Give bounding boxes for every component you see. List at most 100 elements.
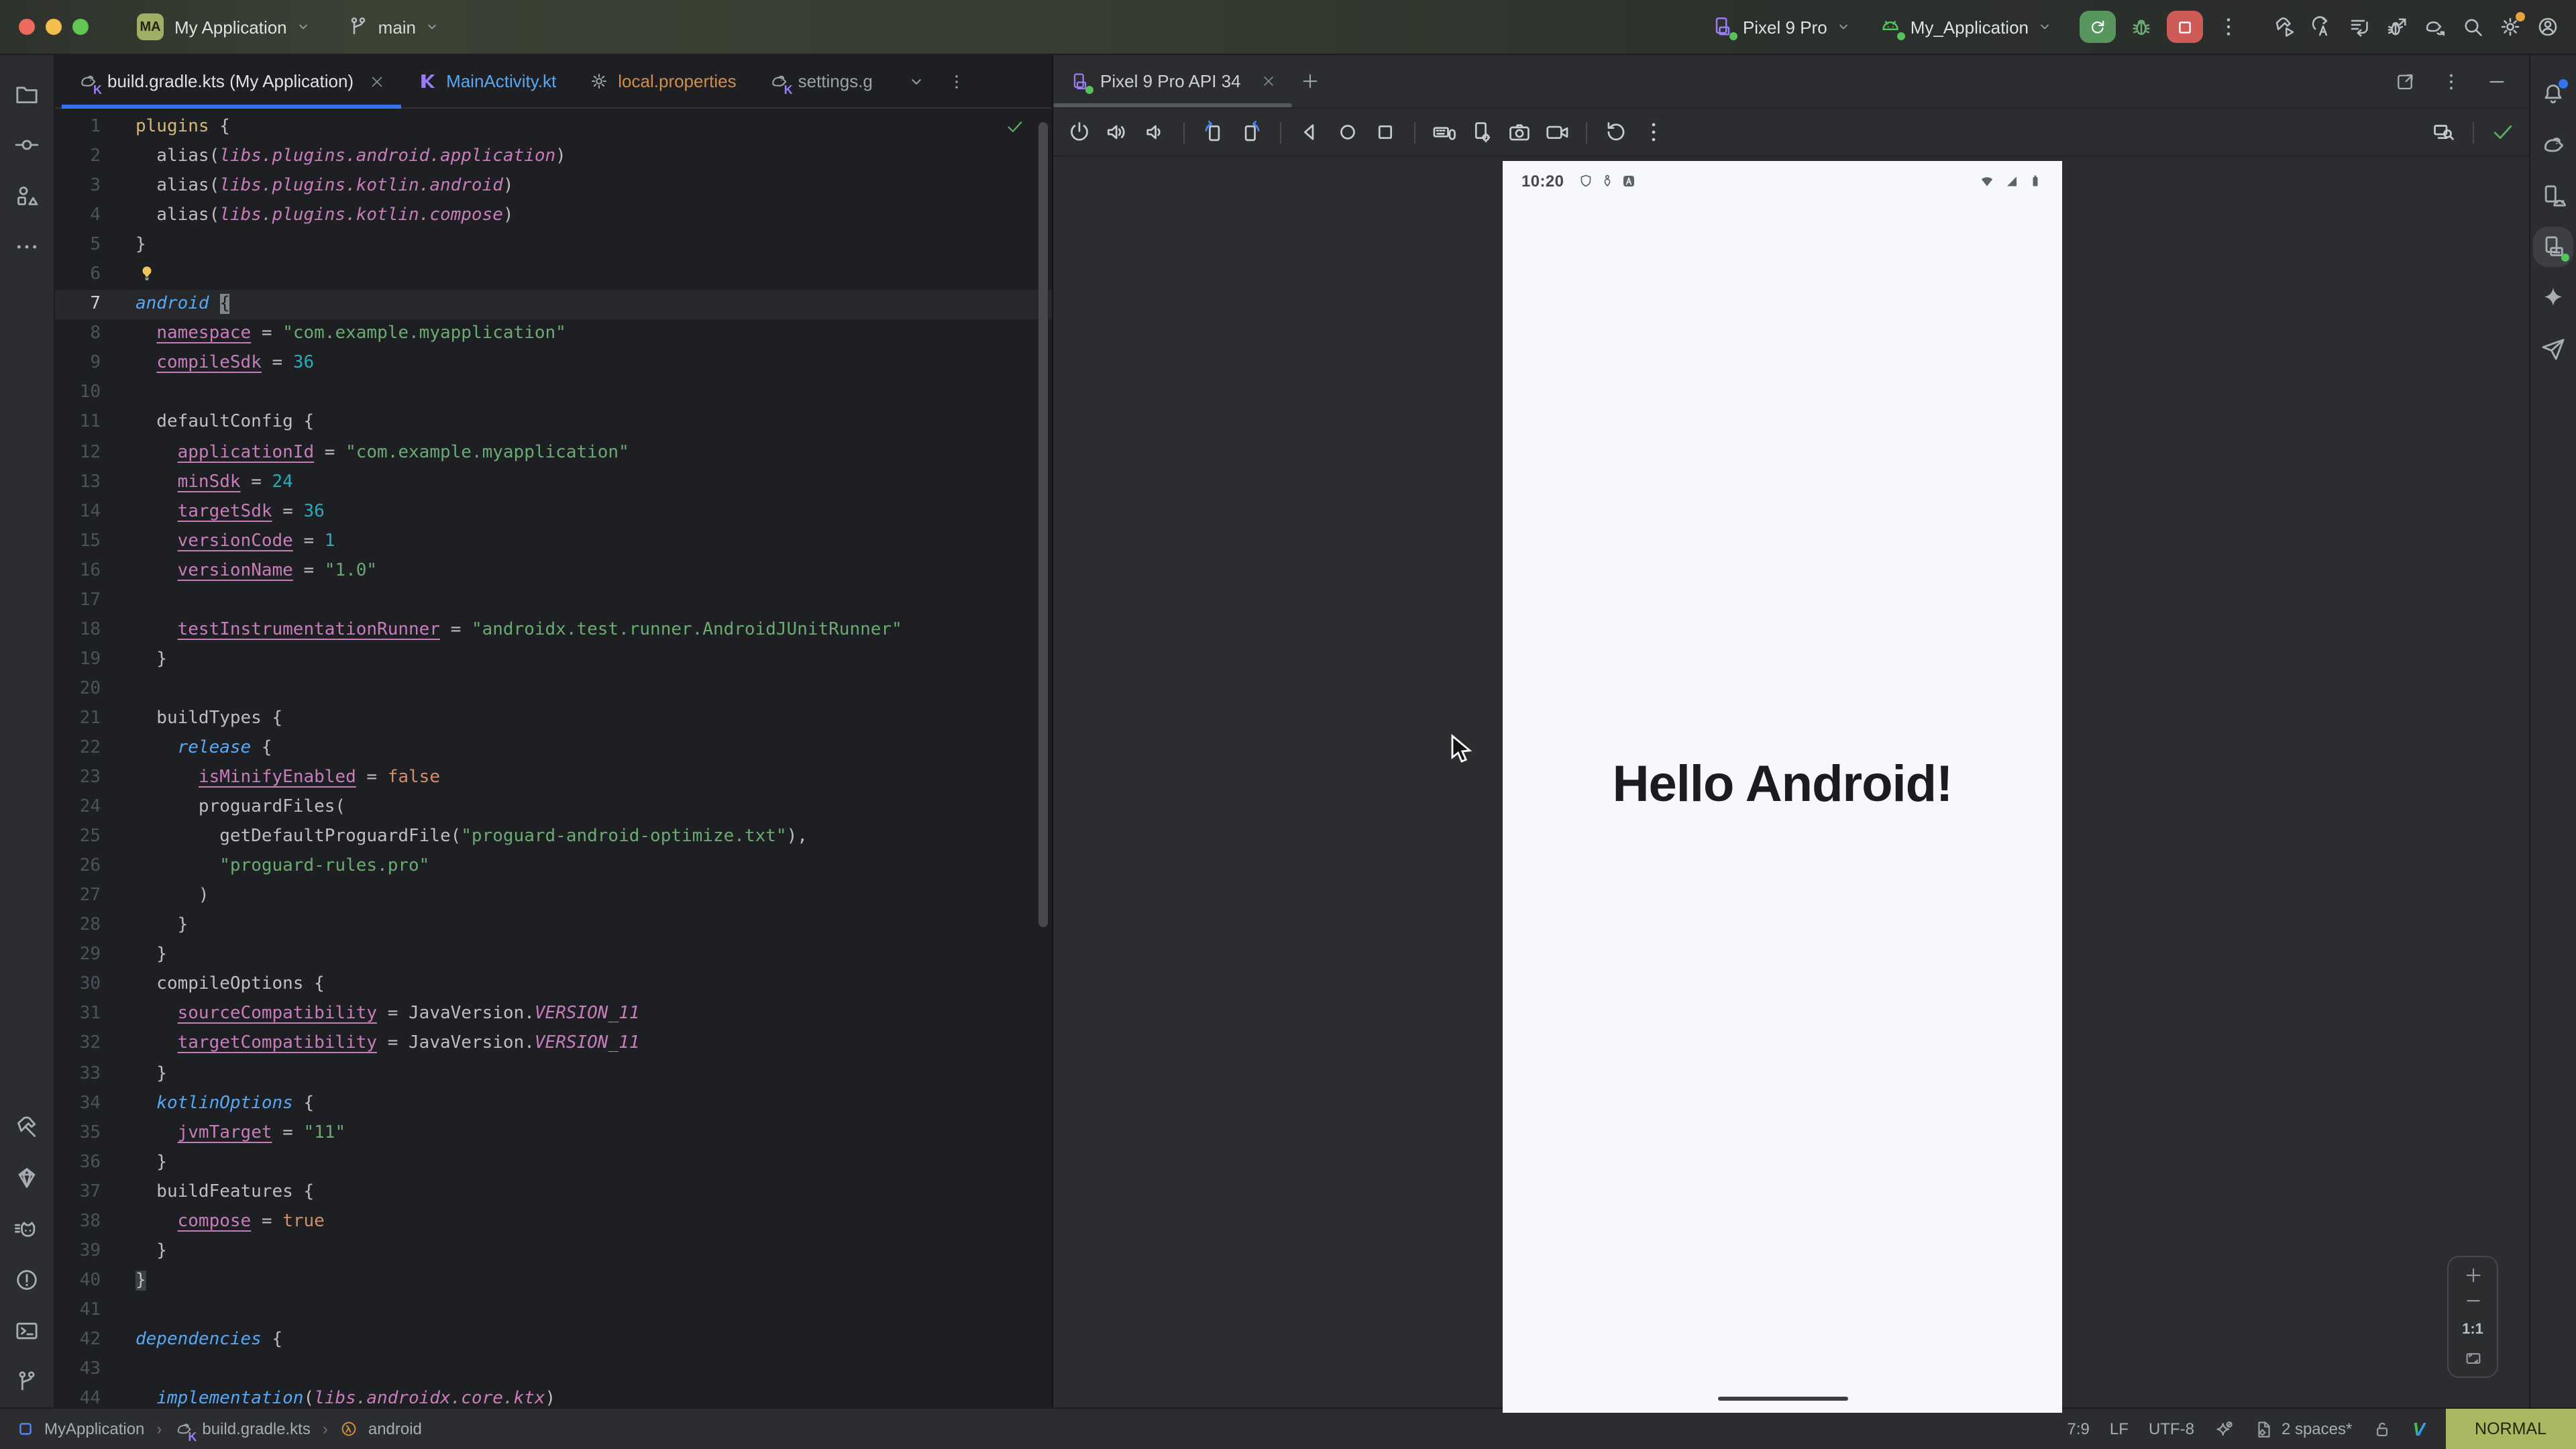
code-line-13[interactable]: 13 minSdk = 24 xyxy=(55,468,1052,497)
code-line-3[interactable]: 3 alias(libs.plugins.kotlin.android) xyxy=(55,172,1052,201)
close-tab-icon[interactable] xyxy=(368,73,384,89)
commit-icon[interactable] xyxy=(13,131,40,158)
editor-scrollbar[interactable] xyxy=(1038,122,1048,927)
unlocked-icon[interactable] xyxy=(2372,1419,2392,1439)
device-selector[interactable]: Pixel 9 Pro xyxy=(1711,15,1851,39)
open-in-new-window-icon[interactable] xyxy=(2395,70,2416,92)
code-line-33[interactable]: 33 } xyxy=(55,1059,1052,1089)
reset-icon[interactable] xyxy=(1603,119,1629,145)
apply-code-changes-icon[interactable] xyxy=(2348,15,2372,39)
code-line-8[interactable]: 8 namespace = "com.example.myapplication… xyxy=(55,320,1052,350)
close-device-tab-icon[interactable] xyxy=(1261,74,1276,89)
code-line-6[interactable]: 6 xyxy=(55,260,1052,290)
breadcrumb-module[interactable]: MyApplication xyxy=(44,1419,144,1438)
debug-button[interactable] xyxy=(2129,15,2153,39)
code-line-29[interactable]: 29 } xyxy=(55,941,1052,971)
volume-down-icon[interactable] xyxy=(1142,119,1167,145)
add-device-tab-icon[interactable] xyxy=(1300,71,1320,91)
code-line-42[interactable]: 42dependencies { xyxy=(55,1326,1052,1355)
more-horizontal-icon[interactable] xyxy=(13,233,40,260)
code-line-4[interactable]: 4 alias(libs.plugins.kotlin.compose) xyxy=(55,201,1052,231)
running-devices-icon[interactable] xyxy=(2540,233,2567,260)
code-line-17[interactable]: 17 xyxy=(55,586,1052,616)
attach-debugger-icon[interactable] xyxy=(2385,15,2410,39)
problems-icon[interactable] xyxy=(13,1267,40,1293)
code-line-2[interactable]: 2 alias(libs.plugins.android.application… xyxy=(55,142,1052,172)
tabs-options-kebab[interactable] xyxy=(948,72,967,91)
gradle-sync-icon[interactable] xyxy=(2423,15,2447,39)
code-line-20[interactable]: 20 xyxy=(55,675,1052,704)
tab-build-gradle-kts[interactable]: K build.gradle.kts (My Application) xyxy=(62,55,400,107)
settings-gear-icon[interactable] xyxy=(2498,15,2522,39)
line-ending[interactable]: LF xyxy=(2110,1419,2129,1438)
code-line-40[interactable]: 40} xyxy=(55,1267,1052,1296)
volume-up-icon[interactable] xyxy=(1104,119,1130,145)
code-line-35[interactable]: 35 jvmTarget = "11" xyxy=(55,1118,1052,1148)
gem-icon[interactable] xyxy=(13,1165,40,1191)
tab-settings-gradle[interactable]: K settings.g xyxy=(753,55,889,107)
resources-icon[interactable] xyxy=(13,182,40,209)
screen-record-icon[interactable] xyxy=(1544,119,1570,145)
device-manager-icon[interactable] xyxy=(2540,182,2567,209)
tabstrip-scrollbar[interactable] xyxy=(1053,103,1292,107)
tab-local-properties[interactable]: local.properties xyxy=(572,55,752,107)
gemini-star-icon[interactable] xyxy=(2540,284,2567,311)
vim-mode-badge[interactable]: NORMAL xyxy=(2445,1409,2576,1449)
code-line-44[interactable]: 44 implementation(libs.androidx.core.ktx… xyxy=(55,1385,1052,1407)
logcat-icon[interactable] xyxy=(13,1216,40,1242)
breadcrumb-element[interactable]: android xyxy=(368,1419,422,1438)
search-icon[interactable] xyxy=(2461,15,2485,39)
gradle-elephant-icon[interactable] xyxy=(2540,131,2567,158)
code-line-34[interactable]: 34 kotlinOptions { xyxy=(55,1089,1052,1118)
code-line-43[interactable]: 43 xyxy=(55,1355,1052,1385)
breadcrumb-file[interactable]: build.gradle.kts xyxy=(202,1419,310,1438)
stop-button[interactable] xyxy=(2167,11,2203,43)
code-line-41[interactable]: 41 xyxy=(55,1296,1052,1326)
overview-icon[interactable] xyxy=(1373,119,1398,145)
vcs-branch-selector[interactable]: main xyxy=(346,15,440,39)
more-actions-kebab[interactable] xyxy=(2216,15,2241,39)
file-encoding[interactable]: UTF-8 xyxy=(2149,1419,2194,1438)
caret-position[interactable]: 7:9 xyxy=(2068,1419,2090,1438)
notifications-bell-icon[interactable] xyxy=(2540,80,2567,107)
code-line-12[interactable]: 12 applicationId = "com.example.myapplic… xyxy=(55,438,1052,468)
tabs-dropdown-chevron[interactable] xyxy=(908,72,926,91)
folder-icon[interactable] xyxy=(13,80,40,107)
code-line-24[interactable]: 24 proguardFiles( xyxy=(55,793,1052,822)
keyboard-mouse-icon[interactable] xyxy=(1432,119,1457,145)
ideavim-icon[interactable]: V xyxy=(2412,1418,2425,1440)
back-icon[interactable] xyxy=(1297,119,1323,145)
run-configuration-selector[interactable]: My_Application xyxy=(1878,15,2053,39)
code-line-23[interactable]: 23 isMinifyEnabled = false xyxy=(55,763,1052,793)
quickfix-lightbulb-icon[interactable] xyxy=(138,263,156,283)
minimize-button[interactable] xyxy=(46,19,62,35)
zoom-button[interactable] xyxy=(72,19,89,35)
device-tab-pixel9pro[interactable]: Pixel 9 Pro API 34 xyxy=(1069,70,1276,92)
code-line-10[interactable]: 10 xyxy=(55,379,1052,409)
project-selector[interactable]: My Application xyxy=(174,17,311,37)
tab-mainactivity-kt[interactable]: MainActivity.kt xyxy=(400,55,572,107)
code-line-1[interactable]: 1plugins { xyxy=(55,113,1052,142)
code-line-11[interactable]: 11 defaultConfig { xyxy=(55,409,1052,438)
code-line-30[interactable]: 30 compileOptions { xyxy=(55,971,1052,1000)
code-line-28[interactable]: 28 } xyxy=(55,912,1052,941)
hammer-icon[interactable] xyxy=(13,1114,40,1140)
code-line-27[interactable]: 27 ) xyxy=(55,881,1052,911)
close-button[interactable] xyxy=(19,19,35,35)
zoom-ratio-label[interactable]: 1:1 xyxy=(2462,1316,2483,1343)
zoom-out-icon[interactable] xyxy=(2463,1291,2483,1311)
plane-icon[interactable] xyxy=(2540,335,2567,362)
code-line-37[interactable]: 37 buildFeatures { xyxy=(55,1177,1052,1207)
code-line-19[interactable]: 19 } xyxy=(55,645,1052,675)
code-line-38[interactable]: 38 compose = true xyxy=(55,1207,1052,1236)
code-line-25[interactable]: 25 getDefaultProguardFile("proguard-andr… xyxy=(55,822,1052,852)
indent-setting[interactable]: 2 spaces* xyxy=(2255,1419,2352,1439)
rotate-right-icon[interactable] xyxy=(1238,119,1264,145)
device-settings-icon[interactable] xyxy=(1469,119,1495,145)
code-line-22[interactable]: 22 release { xyxy=(55,734,1052,763)
panel-options-kebab[interactable] xyxy=(2440,70,2462,92)
code-line-15[interactable]: 15 versionCode = 1 xyxy=(55,527,1052,556)
code-line-21[interactable]: 21 buildTypes { xyxy=(55,704,1052,734)
code-line-7[interactable]: 7android { xyxy=(55,290,1052,320)
hide-panel-icon[interactable] xyxy=(2486,70,2508,92)
